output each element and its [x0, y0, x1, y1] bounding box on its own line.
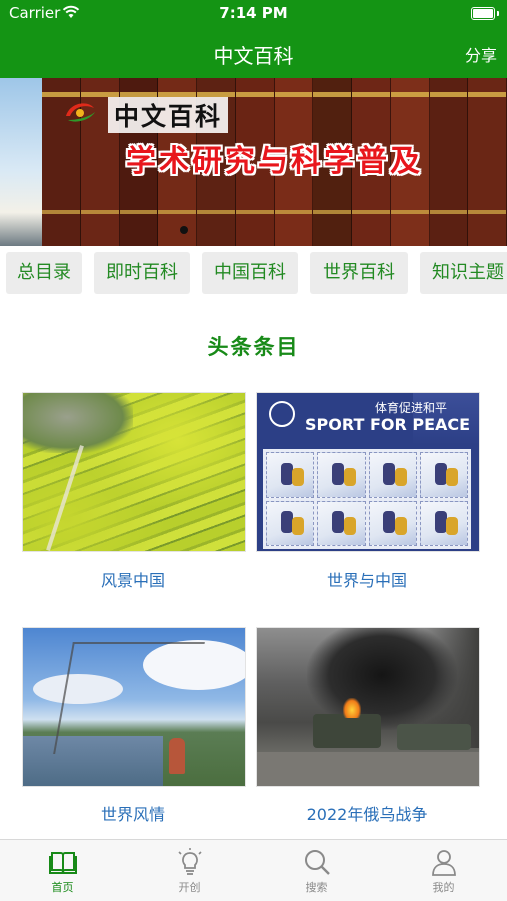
banner-carousel[interactable]: 中文百科 学术研究与科学普及	[0, 78, 507, 246]
tab-bar: 首页 开创 搜索 我的	[0, 839, 507, 901]
tab-label: 开创	[178, 881, 201, 894]
article-label[interactable]: 风景中国	[22, 567, 244, 591]
un-emblem-icon	[269, 401, 295, 427]
page-title: 中文百科	[213, 44, 294, 68]
article-image-landscape[interactable]	[22, 392, 246, 552]
tab-label: 搜索	[305, 881, 328, 894]
category-strip[interactable]: 总目录 即时百科 中国百科 世界百科 知识主题	[0, 252, 507, 298]
lightbulb-icon	[178, 848, 202, 875]
tab-search[interactable]: 搜索	[266, 840, 367, 901]
tab-home[interactable]: 首页	[12, 840, 113, 901]
category-world[interactable]: 世界百科	[310, 252, 408, 294]
battery-icon	[471, 7, 499, 20]
article-label[interactable]: 2022年俄乌战争	[256, 801, 478, 825]
logo-icon	[66, 103, 95, 122]
stamp-header-cn: 体育促进和平	[375, 401, 448, 415]
tab-label: 我的	[432, 881, 455, 894]
article-image-stamps[interactable]: 体育促进和平 SPORT FOR PEACE	[256, 392, 480, 552]
search-icon	[305, 850, 330, 875]
book-icon	[49, 852, 77, 874]
category-instant[interactable]: 即时百科	[94, 252, 190, 294]
article-label[interactable]: 世界风情	[22, 801, 244, 825]
banner-slogan: 学术研究与科学普及	[126, 144, 423, 179]
page-indicator-dot[interactable]	[180, 226, 188, 234]
article-label[interactable]: 世界与中国	[256, 567, 478, 591]
stamp-header-en: SPORT FOR PEACE	[305, 415, 471, 434]
clock: 7:14 PM	[219, 4, 288, 22]
section-title: 头条条目	[207, 335, 300, 359]
person-icon	[432, 850, 456, 876]
share-button[interactable]: 分享	[465, 42, 497, 66]
tab-label: 首页	[51, 881, 74, 894]
tab-create[interactable]: 开创	[139, 840, 240, 901]
tab-profile[interactable]: 我的	[393, 840, 494, 901]
banner-sky	[0, 78, 42, 246]
banner-logo-text: 中文百科	[108, 97, 229, 133]
category-all[interactable]: 总目录	[6, 252, 82, 294]
article-image-fishing[interactable]	[22, 627, 246, 787]
category-china[interactable]: 中国百科	[202, 252, 298, 294]
article-image-war[interactable]	[256, 627, 480, 787]
nav-bar: 中文百科 分享	[0, 28, 507, 78]
status-bar: Carrier 7:14 PM	[0, 0, 507, 28]
category-topics[interactable]: 知识主题	[420, 252, 507, 294]
